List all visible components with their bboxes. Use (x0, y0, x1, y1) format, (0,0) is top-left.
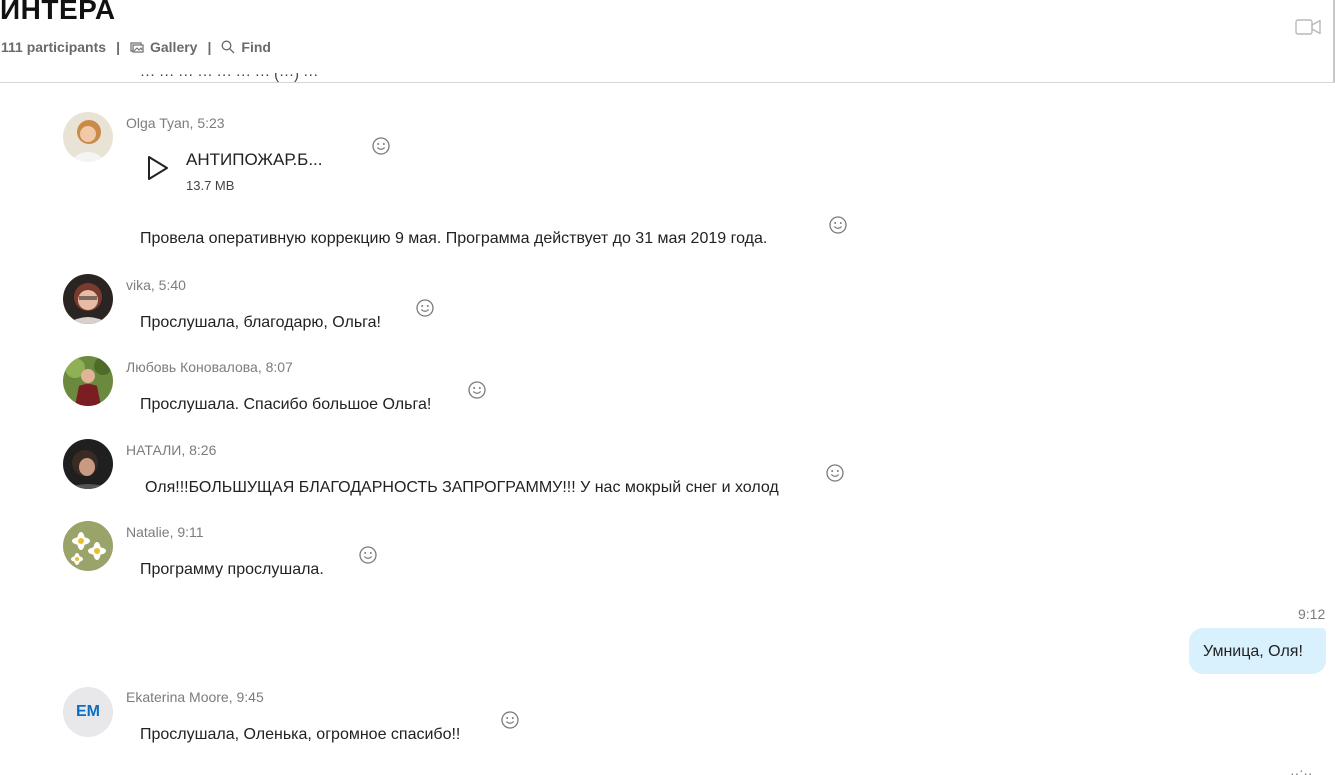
file-name[interactable]: АНТИПОЖАР.Б... (186, 150, 323, 170)
chat-subbar: 111 participants | Gallery | Find (1, 38, 271, 56)
message-text: Программу прослушала. (140, 561, 324, 578)
message-meta: Любовь Коновалова, 8:07 (126, 359, 293, 375)
message-text: Провела оперативную коррекцию 9 мая. Про… (140, 230, 768, 247)
avatar[interactable] (63, 112, 113, 162)
message-meta: Natalie, 9:11 (126, 524, 204, 540)
play-icon[interactable] (144, 154, 172, 182)
gallery-icon (130, 42, 144, 53)
separator: | (116, 39, 120, 55)
gallery-label: Gallery (149, 39, 198, 55)
chat-header: ИНТЕРА 111 participants | Gallery | Find (0, 0, 1335, 83)
file-size: 13.7 MB (186, 178, 235, 193)
search-icon (221, 40, 235, 54)
find-label: Find (241, 39, 271, 55)
message-meta: НАТАЛИ, 8:26 (126, 442, 217, 458)
message-text: Прослушала. Спасибо большое Ольга! (140, 396, 432, 413)
avatar[interactable] (63, 274, 113, 324)
message-meta: vika, 5:40 (126, 277, 186, 293)
smiley-reaction-icon[interactable] (358, 545, 378, 565)
outgoing-message-text: Умница, Оля! (1203, 643, 1303, 660)
message-text: Прослушала, Оленька, огромное спасибо!! (140, 726, 461, 743)
smiley-reaction-icon[interactable] (500, 710, 520, 730)
avatar[interactable] (63, 356, 113, 406)
separator: | (207, 39, 212, 55)
smiley-reaction-icon[interactable] (825, 463, 845, 483)
video-call-icon[interactable] (1295, 18, 1321, 36)
find-link[interactable]: Find (221, 39, 271, 55)
avatar[interactable] (63, 439, 113, 489)
outgoing-time: 9:12 (1298, 606, 1326, 622)
clipped-previous-message: ··· ··· ··· ··· ··· ··· ··· (···) ··· (140, 73, 319, 83)
chat-title: ИНТЕРА (0, 0, 116, 25)
outgoing-message-bubble[interactable]: Умница, Оля! (1189, 628, 1326, 674)
avatar[interactable] (63, 521, 113, 571)
message-text: Прослушала, благодарю, Ольга! (140, 314, 381, 331)
smiley-reaction-icon[interactable] (467, 380, 487, 400)
clipped-next-time: ··:·· (1290, 768, 1313, 775)
smiley-reaction-icon[interactable] (415, 298, 435, 318)
gallery-link[interactable]: Gallery (130, 39, 197, 55)
smiley-reaction-icon[interactable] (828, 215, 848, 235)
avatar-initials[interactable]: EM (63, 687, 113, 737)
message-meta: Olga Tyan, 5:23 (126, 115, 225, 131)
participants-count[interactable]: 111 participants (1, 39, 106, 55)
smiley-reaction-icon[interactable] (371, 136, 391, 156)
message-meta: Ekaterina Moore, 9:45 (126, 689, 264, 705)
message-text: Оля!!!БОЛЬШУЩАЯ БЛАГОДАРНОСТЬ ЗАПРОГРАММ… (145, 479, 779, 496)
